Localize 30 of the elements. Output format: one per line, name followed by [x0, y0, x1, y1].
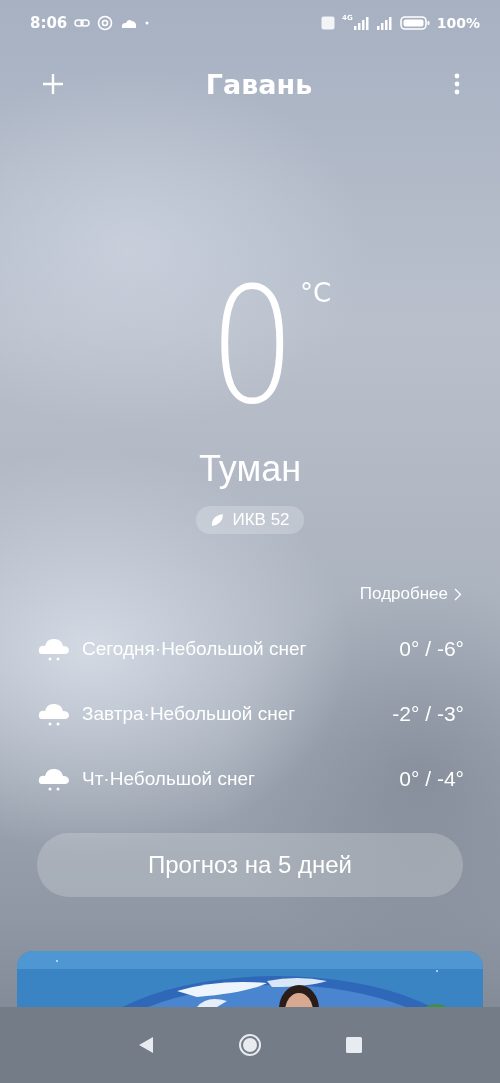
forecast-temperature: 0° / -4°: [399, 766, 464, 791]
signal-icon: [353, 16, 370, 30]
recents-icon[interactable]: [346, 1037, 362, 1053]
status-time: 8:06: [30, 14, 68, 32]
leaf-icon: [210, 513, 225, 527]
forecast-temperature: -2° / -3°: [392, 701, 464, 726]
cloud-icon: [120, 18, 139, 28]
forecast-day: Сегодня·Небольшой снег: [82, 637, 400, 660]
weather-condition: Туман: [198, 448, 302, 490]
forecast-day: Завтра·Небольшой снег: [82, 702, 393, 725]
forecast-day: Чт·Небольшой снег: [82, 767, 400, 790]
home-icon[interactable]: [238, 1033, 262, 1057]
details-link[interactable]: Подробнее: [359, 584, 462, 604]
temperature: 0: [209, 272, 291, 422]
battery-percent: 100%: [436, 15, 480, 31]
back-icon[interactable]: [138, 1036, 154, 1054]
temperature-unit: °C: [299, 278, 332, 308]
link-icon: [74, 18, 91, 28]
signal-icon: [376, 16, 393, 30]
city-title: Гавань: [205, 68, 313, 100]
five-day-forecast-button[interactable]: Прогноз на 5 дней: [37, 833, 463, 897]
add-button[interactable]: [40, 71, 66, 97]
battery-icon: [399, 16, 430, 30]
chevron-icon: [454, 587, 462, 601]
air-quality-index: ИКВ 52: [232, 510, 290, 530]
more-icon: [454, 73, 460, 95]
forecast-temperature: 0° / -6°: [399, 636, 464, 661]
plus-icon: [42, 73, 64, 95]
more-button[interactable]: [452, 71, 462, 97]
air-quality-badge[interactable]: ИКВ 52: [196, 506, 304, 534]
